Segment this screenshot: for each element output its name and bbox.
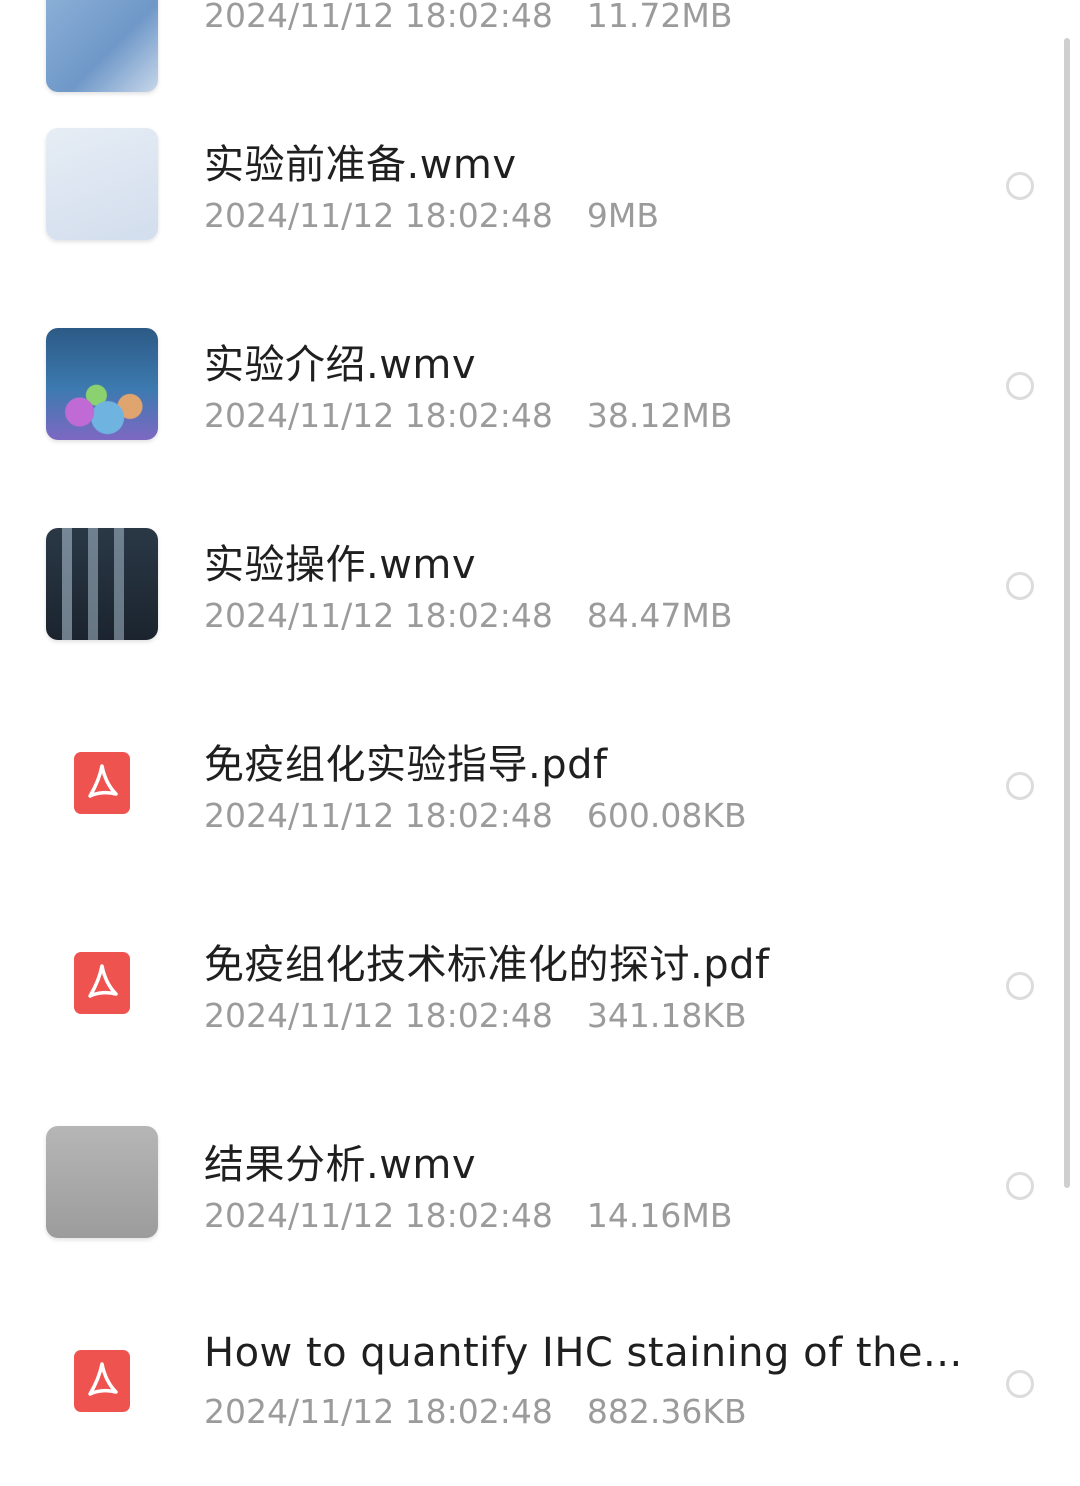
select-radio[interactable]: [1006, 1370, 1034, 1398]
file-row[interactable]: 结果分析.wmv 2024/11/12 18:02:48 14.16MB: [0, 1086, 1060, 1286]
file-size: 14.16MB: [586, 1196, 733, 1235]
file-date: 2024/11/12 18:02:48: [204, 1392, 553, 1431]
file-meta: 2024/11/12 18:02:48 341.18KB: [204, 996, 747, 1035]
select-radio[interactable]: [1006, 572, 1034, 600]
file-meta: 2024/11/12 18:02:48 600.08KB: [204, 796, 747, 835]
scrollbar[interactable]: [1064, 38, 1070, 1188]
video-thumbnail: [46, 1126, 158, 1238]
file-date: 2024/11/12 18:02:48: [204, 396, 553, 435]
file-size: 11.72MB: [586, 0, 733, 35]
pdf-icon: [74, 752, 130, 814]
file-date: 2024/11/12 18:02:48: [204, 996, 553, 1035]
file-meta: 2024/11/12 18:02:48 14.16MB: [204, 1196, 733, 1235]
file-name: 实验介绍.wmv: [204, 342, 477, 388]
select-radio[interactable]: [1006, 772, 1034, 800]
file-row[interactable]: 2024/11/12 18:02:48 11.72MB: [0, 0, 1060, 92]
select-radio[interactable]: [1006, 372, 1034, 400]
select-radio[interactable]: [1006, 172, 1034, 200]
file-row[interactable]: 免疫组化实验指导.pdf 2024/11/12 18:02:48 600.08KB: [0, 686, 1060, 886]
file-name: 实验操作.wmv: [204, 542, 477, 588]
file-size: 882.36KB: [586, 1392, 747, 1431]
file-date: 2024/11/12 18:02:48: [204, 1196, 553, 1235]
file-meta: 2024/11/12 18:02:48 882.36KB: [204, 1392, 747, 1431]
video-thumbnail: [46, 528, 158, 640]
file-meta: 2024/11/12 18:02:48 84.47MB: [204, 596, 733, 635]
file-row[interactable]: 实验操作.wmv 2024/11/12 18:02:48 84.47MB: [0, 486, 1060, 686]
pdf-icon: [74, 1350, 130, 1412]
select-radio[interactable]: [1006, 972, 1034, 1000]
file-name: 免疫组化技术标准化的探讨.pdf: [204, 942, 770, 988]
video-thumbnail: [46, 328, 158, 440]
file-row[interactable]: 实验介绍.wmv 2024/11/12 18:02:48 38.12MB: [0, 286, 1060, 486]
file-name: How to quantify IHC staining of the...: [204, 1330, 963, 1376]
file-size: 341.18KB: [586, 996, 747, 1035]
file-row[interactable]: 免疫组化技术标准化的探讨.pdf 2024/11/12 18:02:48 341.…: [0, 886, 1060, 1086]
pdf-icon: [74, 952, 130, 1014]
file-size: 84.47MB: [586, 596, 733, 635]
file-size: 600.08KB: [586, 796, 747, 835]
file-list: 2024/11/12 18:02:48 11.72MB 实验前准备.wmv 202…: [0, 0, 1080, 1440]
file-size: 38.12MB: [586, 396, 733, 435]
file-row[interactable]: 实验前准备.wmv 2024/11/12 18:02:48 9MB: [0, 86, 1060, 286]
file-date: 2024/11/12 18:02:48: [204, 596, 553, 635]
file-name: 实验前准备.wmv: [204, 142, 517, 188]
video-thumbnail: [46, 128, 158, 240]
file-size: 9MB: [586, 196, 660, 235]
file-date: 2024/11/12 18:02:48: [204, 796, 553, 835]
file-name: 免疫组化实验指导.pdf: [204, 742, 608, 788]
file-meta: 2024/11/12 18:02:48 9MB: [204, 196, 659, 235]
select-radio[interactable]: [1006, 1172, 1034, 1200]
file-meta: 2024/11/12 18:02:48 11.72MB: [204, 0, 733, 35]
video-thumbnail: [46, 0, 158, 92]
file-meta: 2024/11/12 18:02:48 38.12MB: [204, 396, 733, 435]
file-row[interactable]: How to quantify IHC staining of the... 2…: [0, 1286, 1060, 1486]
file-date: 2024/11/12 18:02:48: [204, 196, 553, 235]
file-name: 结果分析.wmv: [204, 1142, 477, 1188]
file-date: 2024/11/12 18:02:48: [204, 0, 553, 35]
